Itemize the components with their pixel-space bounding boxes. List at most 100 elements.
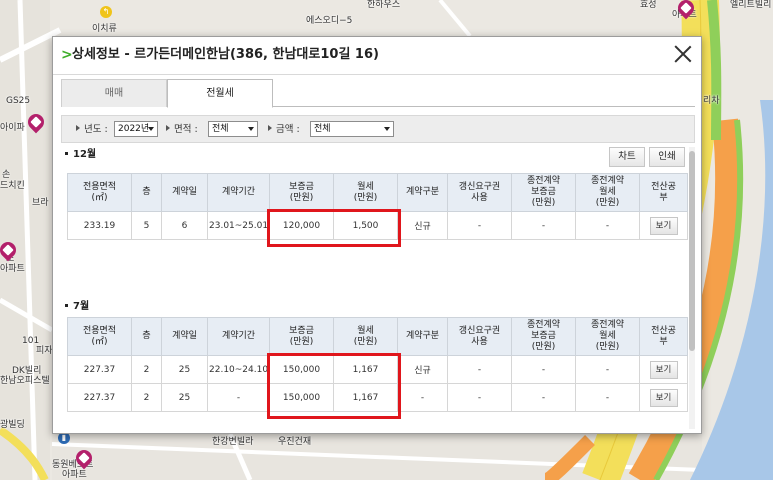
scrollbar-thumb[interactable] [689,151,695,351]
col-period: 계약기간 [207,173,270,212]
cell-renewal: - [447,211,512,240]
bullet-icon [65,304,68,307]
map-label: 드치킨 [0,181,25,191]
view-button[interactable]: 보기 [649,360,678,379]
map-label: 에스오디−5 [306,16,353,26]
cell-type: 신규 [397,355,448,384]
cell-prev-deposit: - [511,383,576,412]
cell-deposit: 120,000 [269,211,334,240]
print-button[interactable]: 인쇄 [649,147,685,167]
year-select-value: 2022년 [118,124,150,134]
cell-day: 25 [161,383,208,412]
col-prev-deposit: 종전계약 보증금 (만원) [511,317,576,356]
amount-select[interactable]: 전체 [310,121,394,137]
cell-view: 보기 [639,211,688,240]
area-select-value: 전체 [212,124,229,134]
dialog-header: > 상세정보 - 르가든더메인한남(386, 한남대로10길 16) [53,37,701,75]
cell-period: 23.01~25.01 [207,211,270,240]
view-button[interactable]: 보기 [649,388,678,407]
year-select[interactable]: 2022년 [114,121,158,137]
dec-table: 전용면적 (㎡) 층 계약일 계약기간 보증금 (만원) 월세 (만원) 계약구… [67,173,688,240]
col-prev-rent: 종전계약 월세 (만원) [575,173,640,212]
table-header-row: 전용면적 (㎡) 층 계약일 계약기간 보증금 (만원) 월세 (만원) 계약구… [67,317,688,356]
col-day: 계약일 [161,173,208,212]
cell-rent: 1,500 [333,211,398,240]
map-label: 한강변빌라 [212,437,254,447]
bullet-icon [166,125,170,131]
cell-rent: 1,167 [333,383,398,412]
title-arrow-icon: > [61,47,73,63]
cell-rent: 1,167 [333,355,398,384]
tab-bar: 매매 전월세 [61,79,695,108]
bullet-icon [76,125,80,131]
scrollbar-track[interactable] [689,147,695,429]
cell-floor: 2 [131,355,162,384]
map-label: 광빌딩 [0,420,25,430]
map-label: 손 [2,170,11,180]
col-area: 전용면적 (㎡) [67,173,132,212]
col-deposit: 보증금 (만원) [269,317,334,356]
cell-period: - [207,383,270,412]
map-label: 한남오피스텔 [0,376,50,386]
view-button[interactable]: 보기 [649,216,678,235]
detail-dialog: > 상세정보 - 르가든더메인한남(386, 한남대로10길 16) 매매 전월… [52,36,702,434]
table-row: 227.37 2 25 22.10~24.10 150,000 1,167 신규… [67,355,688,384]
direction-icon: ↰ [100,6,112,18]
map-label: 엘리트빌리 [730,0,772,10]
map-label: 이치류 [92,24,117,34]
cell-floor: 5 [131,211,162,240]
col-renewal: 갱신요구권 사용 [447,317,512,356]
table-row: 227.37 2 25 - 150,000 1,167 - - - - 보기 [67,383,688,412]
col-registry: 전산공 부 [639,317,688,356]
tab-rent[interactable]: 전월세 [167,79,273,108]
col-deposit: 보증금 (만원) [269,173,334,212]
col-type: 계약구분 [397,173,448,212]
col-type: 계약구분 [397,317,448,356]
amount-select-value: 전체 [314,124,331,134]
map-label: 우진건재 [278,437,312,447]
section-title-jul: 7월 [65,301,89,313]
dialog-title: 상세정보 - 르가든더메인한남(386, 한남대로10길 16) [72,47,379,62]
close-icon[interactable] [673,44,693,64]
map-label: 피자 [36,346,53,356]
map-label: 효성 [640,0,657,10]
cell-period: 22.10~24.10 [207,355,270,384]
area-select[interactable]: 전체 [208,121,258,137]
chevron-down-icon [148,127,154,131]
bullet-icon [65,152,68,155]
cell-day: 6 [161,211,208,240]
cell-prev-rent: - [575,211,640,240]
cell-floor: 2 [131,383,162,412]
jul-table: 전용면적 (㎡) 층 계약일 계약기간 보증금 (만원) 월세 (만원) 계약구… [67,317,688,412]
map-label: 리차 [703,96,720,106]
map-label: 아이파 [0,123,25,133]
col-period: 계약기간 [207,317,270,356]
col-floor: 층 [131,317,162,356]
amount-filter-label: 금액 : [268,122,300,138]
year-filter-label: 년도 : [76,122,108,138]
col-area: 전용면적 (㎡) [67,317,132,356]
area-filter-label: 면적 : [166,122,198,138]
map-label: 아파트 [62,470,87,480]
col-floor: 층 [131,173,162,212]
table-header-row: 전용면적 (㎡) 층 계약일 계약기간 보증금 (만원) 월세 (만원) 계약구… [67,173,688,212]
cell-deposit: 150,000 [269,355,334,384]
cell-prev-deposit: - [511,355,576,384]
tab-trade[interactable]: 매매 [61,79,167,107]
col-prev-deposit: 종전계약 보증금 (만원) [511,173,576,212]
cell-deposit: 150,000 [269,383,334,412]
cell-prev-rent: - [575,355,640,384]
map-label: 한하우스 [367,0,401,10]
chart-button[interactable]: 차트 [609,147,645,167]
cell-view: 보기 [639,355,688,384]
cell-view: 보기 [639,383,688,412]
cell-area: 227.37 [67,383,132,412]
map-label: GS25 [6,96,31,106]
cell-prev-rent: - [575,383,640,412]
table-row: 233.19 5 6 23.01~25.01 120,000 1,500 신규 … [67,211,688,240]
cell-renewal: - [447,383,512,412]
chevron-down-icon [384,127,390,131]
results-scroll-area[interactable]: 12월 차트 인쇄 전용면적 (㎡) 층 계약일 계약기간 보증금 (만원) 월… [61,147,695,429]
filter-bar: 년도 : 2022년 면적 : 전체 금액 : 전체 [61,115,695,143]
cell-type: - [397,383,448,412]
